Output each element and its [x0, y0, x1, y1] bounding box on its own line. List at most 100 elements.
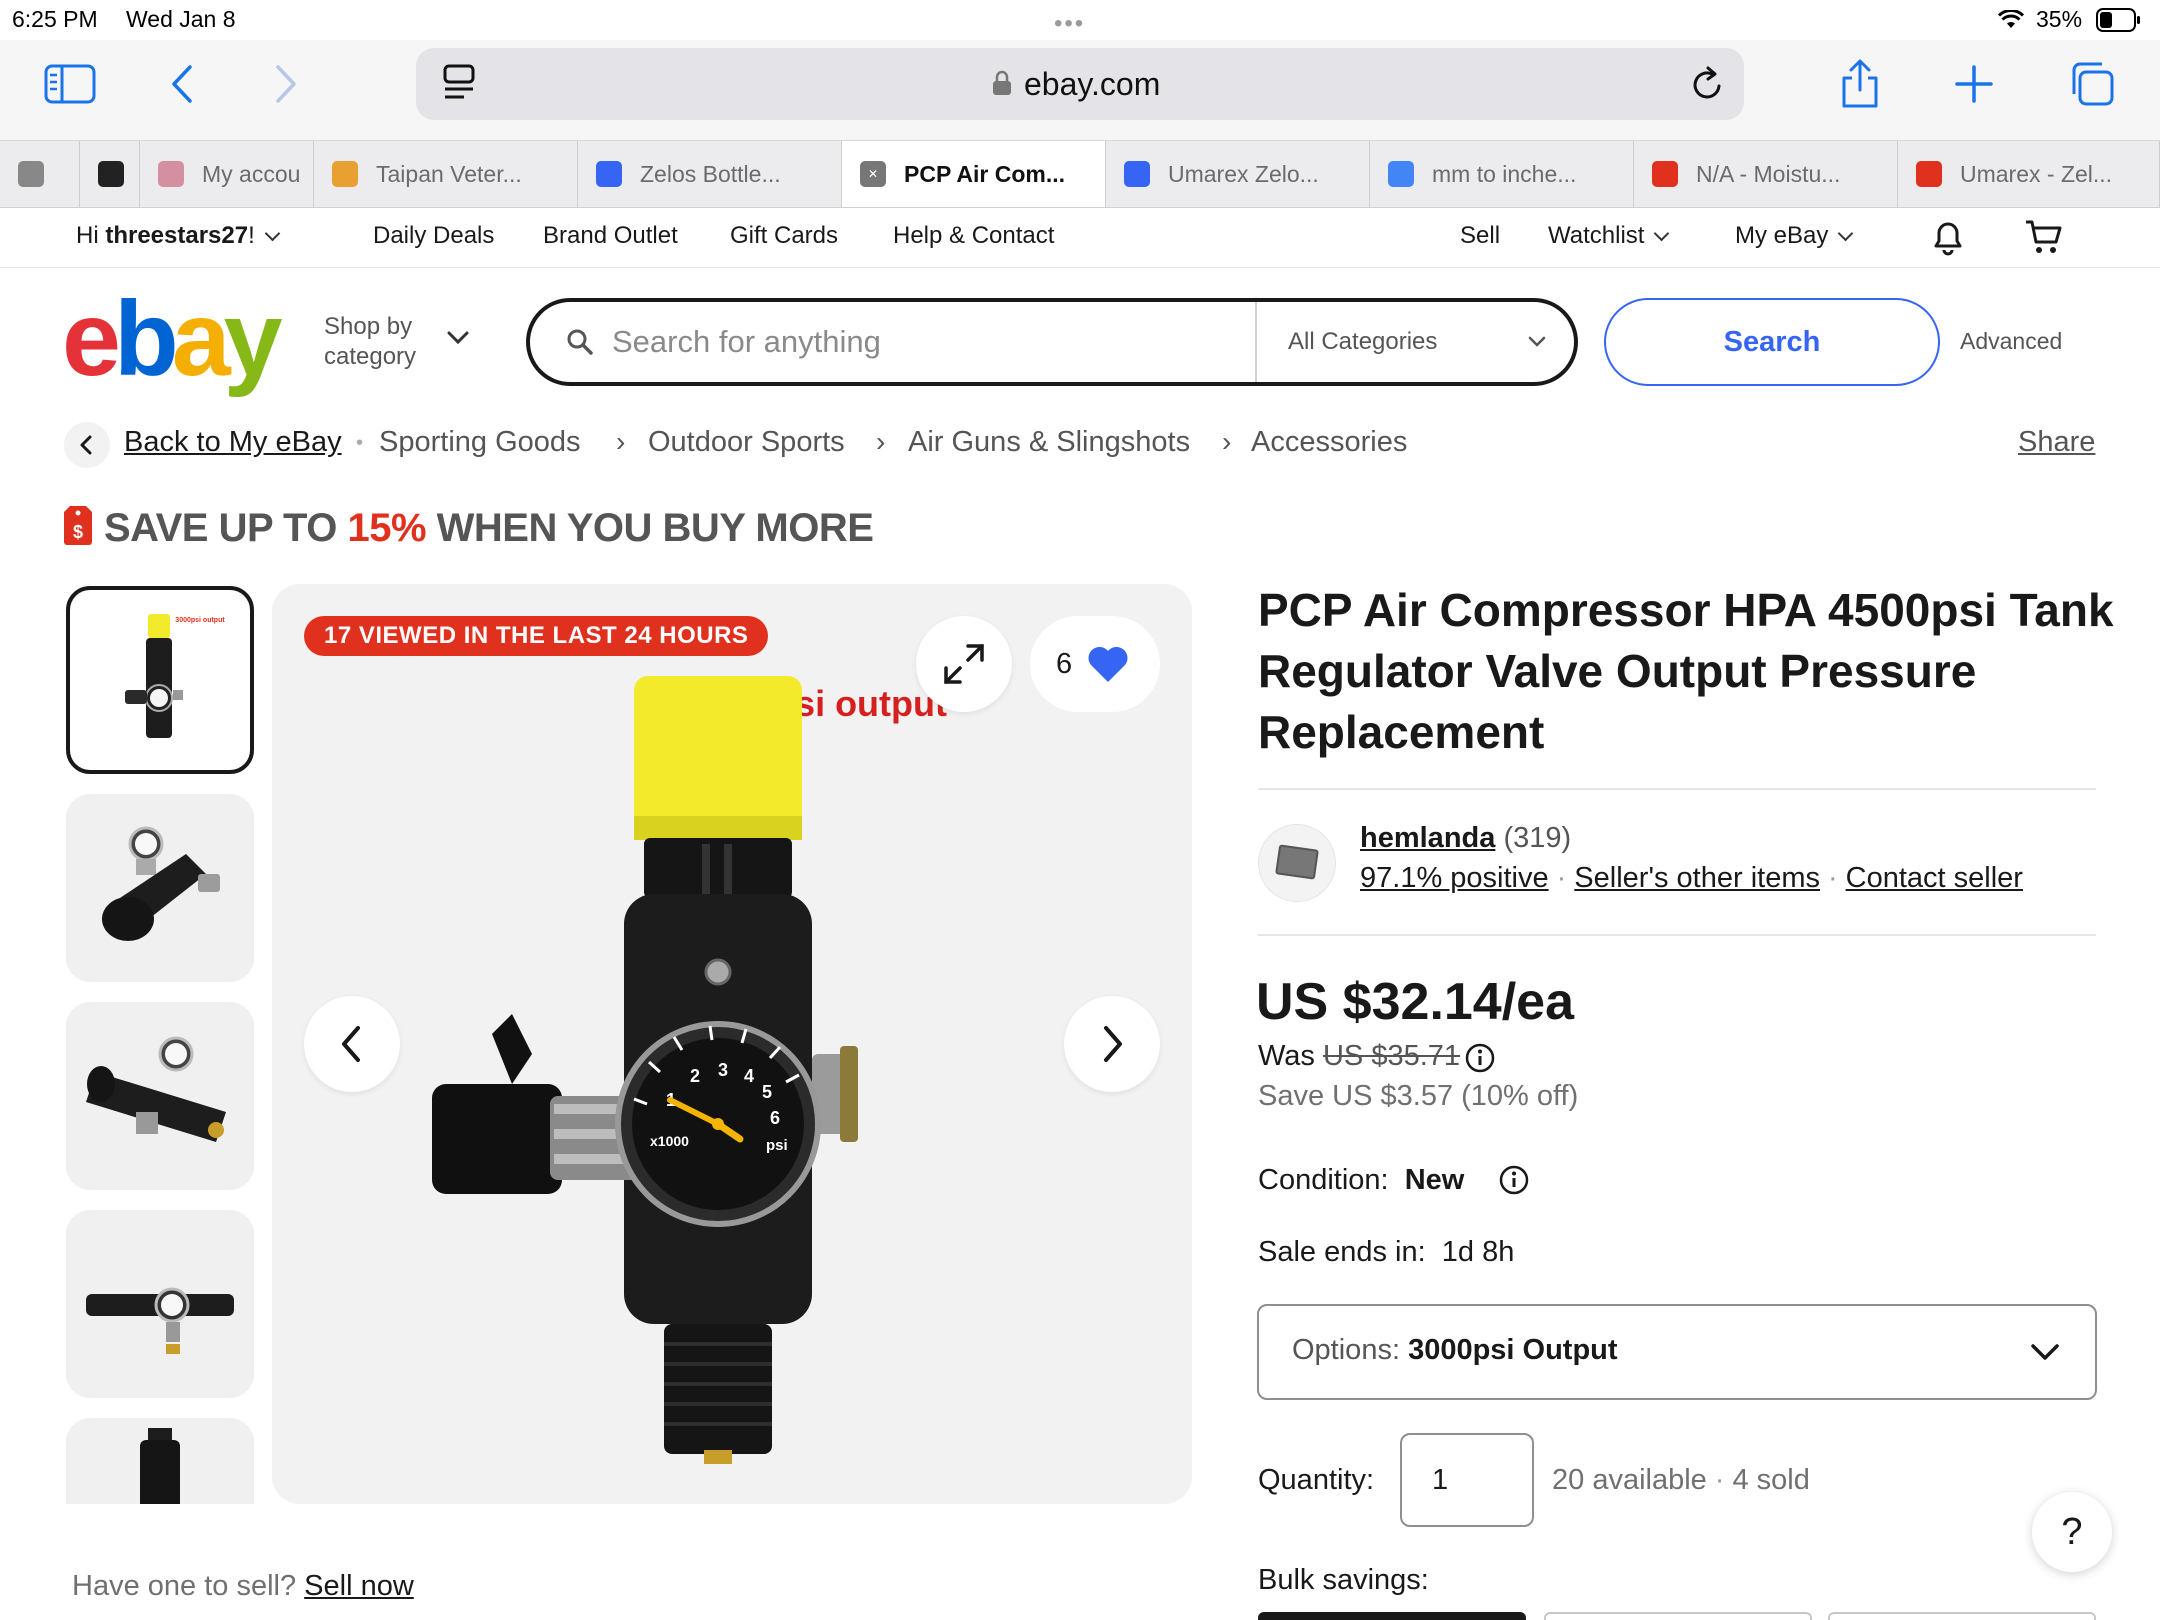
- previous-image-button[interactable]: [304, 996, 400, 1092]
- tab-favicon-icon: [158, 161, 184, 187]
- price-tag-icon: $: [62, 502, 94, 546]
- heart-icon: [1088, 646, 1128, 682]
- browser-tab[interactable]: My accou: [140, 141, 314, 207]
- ebay-logo[interactable]: ebay: [62, 286, 283, 392]
- thumbnail-2[interactable]: [66, 794, 254, 982]
- tab-favicon-icon: [1388, 161, 1414, 187]
- breadcrumb-back-to-my-ebay[interactable]: Back to My eBay: [124, 426, 342, 459]
- nav-gift-cards[interactable]: Gift Cards: [730, 222, 838, 250]
- search-button[interactable]: Search: [1604, 298, 1940, 386]
- nav-daily-deals[interactable]: Daily Deals: [373, 222, 494, 250]
- was-price: Was US $35.71: [1258, 1040, 1460, 1073]
- breadcrumb-item[interactable]: Outdoor Sports: [648, 426, 845, 459]
- reload-icon[interactable]: [1690, 64, 1726, 104]
- share-link[interactable]: Share: [2018, 426, 2095, 459]
- item-price: US $32.14/ea: [1256, 973, 1575, 1031]
- close-tab-icon[interactable]: ✕: [860, 161, 886, 187]
- notification-bell-icon[interactable]: [1930, 218, 1966, 256]
- search-input[interactable]: Search for anything: [612, 324, 881, 360]
- browser-tab[interactable]: Umarex Zelo...: [1106, 141, 1370, 207]
- separator-dot: ·: [1827, 862, 1838, 894]
- tab-label: Umarex Zelo...: [1168, 160, 1319, 187]
- promo-banner: SAVE UP TO 15% WHEN YOU BUY MORE: [104, 506, 874, 551]
- tab-overview-icon[interactable]: [2068, 60, 2116, 108]
- advanced-search-link[interactable]: Advanced: [1960, 328, 2062, 355]
- address-url[interactable]: ebay.com: [1024, 66, 1160, 103]
- battery-icon: [2096, 8, 2142, 32]
- page-menu-icon[interactable]: [442, 64, 476, 102]
- browser-tab[interactable]: N/A - Moistu...: [1634, 141, 1898, 207]
- sell-now-link[interactable]: Sell now: [304, 1570, 414, 1602]
- username: threestars27: [105, 222, 249, 249]
- bulk-option-1[interactable]: [1258, 1612, 1526, 1620]
- greeting[interactable]: Hi threestars27!: [76, 222, 281, 250]
- condition-info-icon[interactable]: [1498, 1164, 1530, 1196]
- breadcrumb-item[interactable]: Sporting Goods: [379, 426, 581, 459]
- was-label: Was: [1258, 1040, 1323, 1072]
- quantity-label: Quantity:: [1258, 1464, 1375, 1496]
- help-button[interactable]: ?: [2032, 1492, 2112, 1572]
- browser-tab[interactable]: [0, 141, 80, 207]
- contact-seller-link[interactable]: Contact seller: [1846, 862, 2023, 894]
- forward-arrow-icon[interactable]: [274, 64, 298, 104]
- thumbnail-3[interactable]: [66, 1002, 254, 1190]
- thumbnail-4[interactable]: [66, 1210, 254, 1398]
- nav-sell[interactable]: Sell: [1460, 222, 1500, 250]
- tab-label: Taipan Veter...: [376, 160, 522, 187]
- bulk-option-2[interactable]: [1544, 1612, 1812, 1620]
- info-icon[interactable]: [1464, 1042, 1496, 1074]
- seller-other-items-link[interactable]: Seller's other items: [1574, 862, 1820, 894]
- cart-icon[interactable]: [2024, 218, 2064, 256]
- browser-tab[interactable]: [80, 141, 140, 207]
- tab-favicon-icon: [1916, 161, 1942, 187]
- browser-tab[interactable]: mm to inche...: [1370, 141, 1634, 207]
- nav-help-contact[interactable]: Help & Contact: [893, 222, 1054, 250]
- breadcrumb-item[interactable]: Air Guns & Slingshots: [908, 426, 1190, 459]
- shop-by-category[interactable]: Shop by category: [324, 312, 416, 372]
- thumbnail-1[interactable]: 3000psi output: [66, 586, 254, 774]
- shop-by-chevron-icon[interactable]: [446, 330, 470, 346]
- savings-text: Save US $3.57 (10% off): [1258, 1080, 1579, 1112]
- seller-positive-link[interactable]: 97.1% positive: [1360, 862, 1549, 894]
- watch-button[interactable]: 6: [1030, 616, 1160, 712]
- tab-label: N/A - Moistu...: [1696, 160, 1841, 187]
- svg-text:5: 5: [762, 1082, 772, 1102]
- browser-tab[interactable]: Taipan Veter...: [314, 141, 578, 207]
- browser-tab[interactable]: Zelos Bottle...: [578, 141, 842, 207]
- share-icon[interactable]: [1838, 58, 1882, 110]
- svg-text:3: 3: [718, 1060, 728, 1080]
- quantity-input[interactable]: 1: [1400, 1433, 1534, 1527]
- back-arrow-icon[interactable]: [170, 64, 194, 104]
- sidebar-icon[interactable]: [44, 64, 96, 104]
- breadcrumb-item[interactable]: Accessories: [1251, 426, 1407, 459]
- nav-brand-outlet[interactable]: Brand Outlet: [543, 222, 678, 250]
- seller-avatar[interactable]: [1258, 824, 1336, 902]
- main-product-image[interactable]: 3000psi output 2 3 4 5 6 x1000 psi: [272, 584, 1192, 1504]
- category-chevron-icon[interactable]: [1528, 336, 1546, 348]
- nav-my-ebay[interactable]: My eBay: [1735, 222, 1854, 250]
- browser-tab[interactable]: Umarex - Zel...: [1898, 141, 2160, 207]
- bulk-option-3[interactable]: [1828, 1612, 2096, 1620]
- back-button[interactable]: [64, 422, 110, 468]
- search-divider: [1255, 302, 1257, 382]
- expand-image-button[interactable]: [916, 616, 1012, 712]
- new-tab-icon[interactable]: [1954, 64, 1994, 104]
- chevron-down-icon[interactable]: [2030, 1342, 2060, 1362]
- promo-suffix: WHEN YOU BUY MORE: [426, 506, 874, 550]
- options-text[interactable]: Options: 3000psi Output: [1292, 1334, 1618, 1367]
- air-regulator-photo: 3000psi output 2 3 456 x1000 psi: [432, 676, 947, 1464]
- condition: Condition: New: [1258, 1164, 1464, 1197]
- multitask-dots-icon[interactable]: •••: [1054, 10, 1085, 38]
- item-title: PCP Air Compressor HPA 4500psi Tank Regu…: [1258, 584, 2114, 758]
- next-image-button[interactable]: [1064, 996, 1160, 1092]
- thumbnail-caption: 3000psi output: [175, 617, 225, 624]
- category-select[interactable]: All Categories: [1288, 328, 1437, 356]
- browser-tab[interactable]: ✕ PCP Air Com...: [842, 141, 1106, 207]
- sale-ends: Sale ends in: 1d 8h: [1258, 1236, 1514, 1269]
- condition-label: Condition:: [1258, 1164, 1389, 1196]
- greeting-prefix: Hi: [76, 222, 106, 249]
- seller-name-link[interactable]: hemlanda: [1360, 822, 1495, 854]
- nav-watchlist[interactable]: Watchlist: [1548, 222, 1670, 250]
- thumbnail-5[interactable]: [66, 1418, 254, 1504]
- promo-highlight: 15%: [347, 506, 427, 550]
